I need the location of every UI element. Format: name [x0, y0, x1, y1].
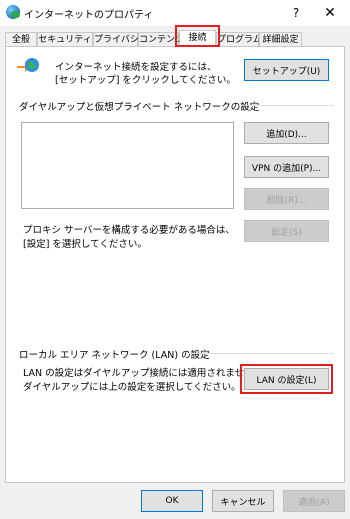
setup-button[interactable]: セットアップ(U): [244, 59, 329, 81]
ok-button[interactable]: OK: [141, 490, 203, 512]
tab-advanced[interactable]: 詳細設定: [259, 32, 302, 46]
apply-button[interactable]: 適用(A): [283, 490, 345, 512]
remove-button[interactable]: 削除(R)...: [244, 188, 329, 210]
tab-connections[interactable]: 接続: [179, 30, 216, 47]
settings-button[interactable]: 設定(S): [244, 220, 329, 242]
title-bar: インターネットのプロパティ ? ✕: [0, 0, 350, 26]
section-divider: [188, 353, 334, 354]
help-button[interactable]: ?: [287, 4, 305, 22]
tab-programs[interactable]: プログラム: [216, 32, 262, 46]
tab-privacy[interactable]: プライバシー: [93, 32, 148, 46]
tab-strip: 全般 セキュリティ プライバシー コンテンツ 接続 プログラム 詳細設定: [0, 30, 350, 47]
lan-heading: ローカル エリア ネットワーク (LAN) の設定: [19, 350, 210, 361]
cancel-button[interactable]: キャンセル: [212, 490, 274, 512]
tab-security[interactable]: セキュリティ: [37, 32, 93, 46]
internet-globe-icon: [6, 5, 20, 19]
section-divider: [248, 105, 334, 106]
tab-content[interactable]: コンテンツ: [138, 32, 184, 46]
setup-instructions: インターネット接続を設定するには、 [セットアップ] をクリックしてください。: [55, 62, 236, 86]
window-title: インターネットのプロパティ: [24, 10, 154, 21]
dialup-vpn-heading: ダイヤルアップと仮想プライベート ネットワークの設定: [19, 102, 260, 113]
lan-instructions: LAN の設定はダイヤルアップ接続には適用されません。 ダイヤルアップには上の設…: [23, 368, 264, 393]
add-vpn-button[interactable]: VPN の追加(P)...: [244, 156, 329, 178]
proxy-instructions: プロキシ サーバーを構成する必要がある場合は、 [設定] を選択してください。: [23, 225, 235, 250]
tab-general[interactable]: 全般: [5, 32, 37, 46]
lan-settings-button[interactable]: LAN の設定(L): [244, 368, 329, 390]
add-button[interactable]: 追加(D)...: [244, 122, 329, 144]
globe-network-icon: [17, 58, 39, 72]
close-button[interactable]: ✕: [320, 3, 340, 23]
connection-list[interactable]: [21, 122, 234, 209]
